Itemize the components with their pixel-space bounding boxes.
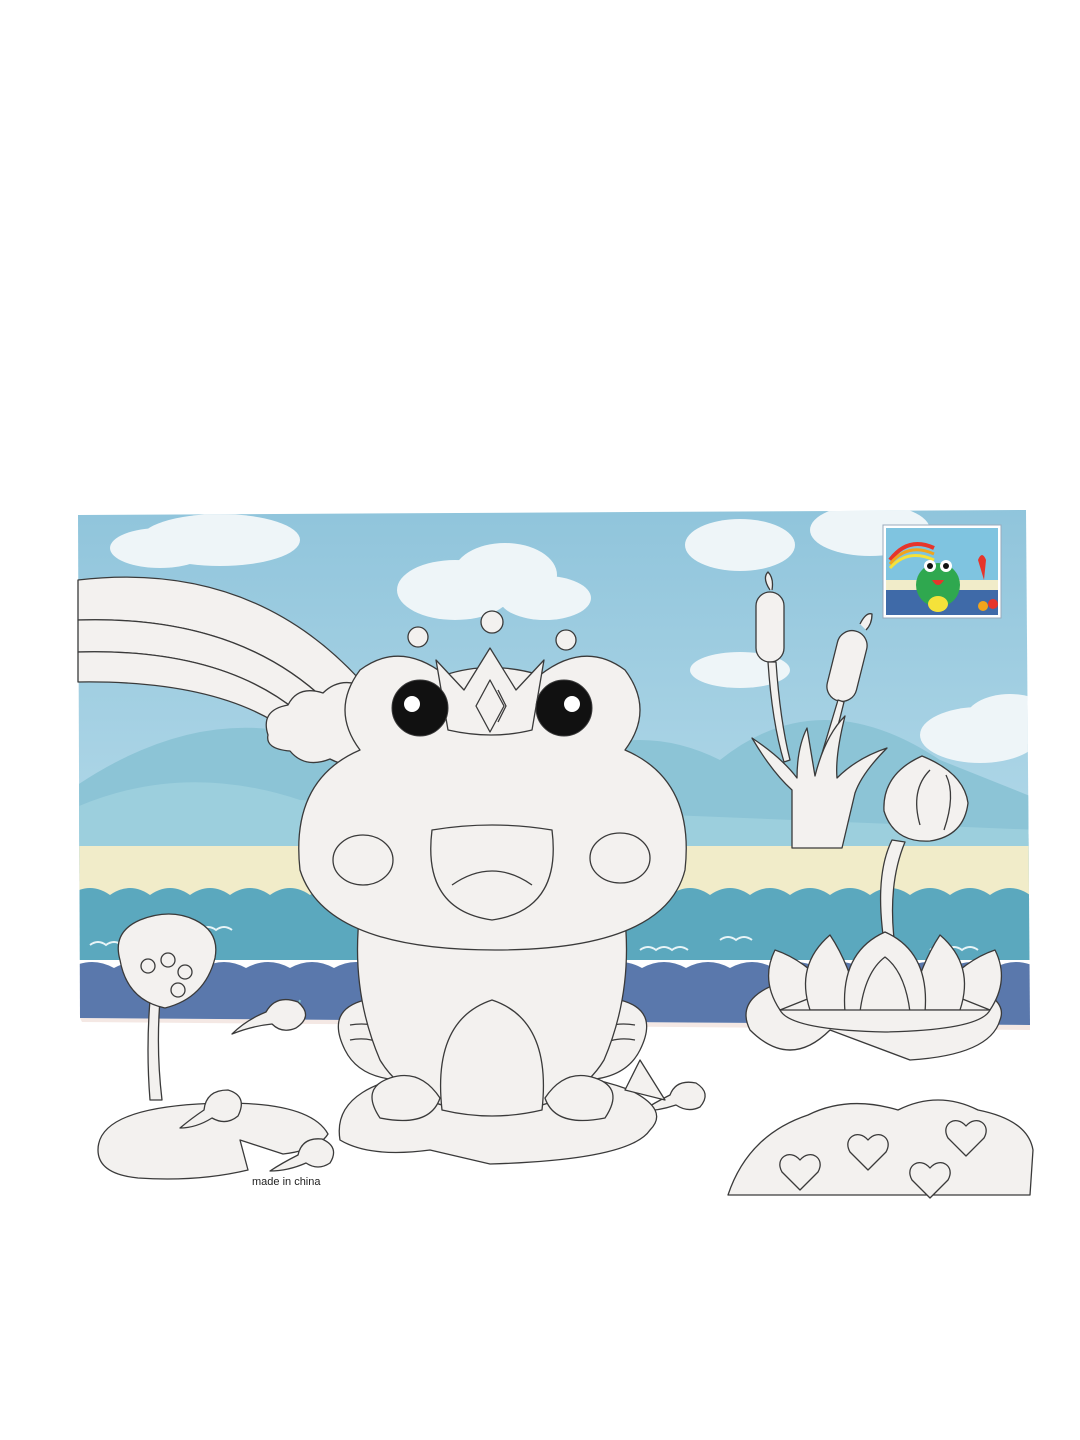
frog-right-cheek <box>589 832 651 884</box>
reference-thumbnail <box>882 524 1002 619</box>
scene: made in china <box>0 0 1080 1440</box>
frog-left-cheek <box>332 834 394 886</box>
card-caption: made in china <box>252 1176 321 1188</box>
